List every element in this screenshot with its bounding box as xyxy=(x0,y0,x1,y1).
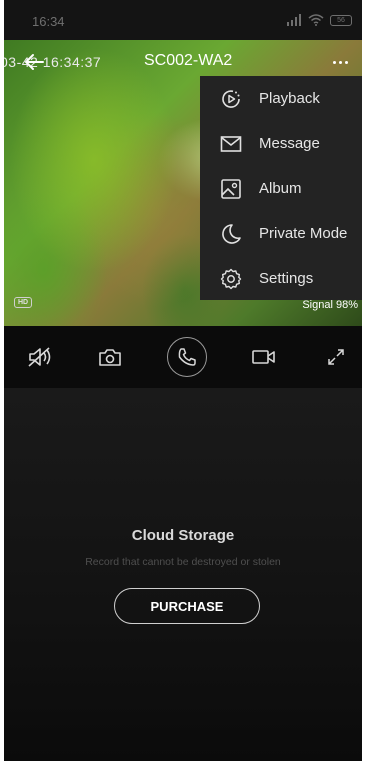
purchase-button[interactable]: PURCHASE xyxy=(114,588,260,624)
menu-label: Playback xyxy=(259,90,320,107)
control-bar xyxy=(4,326,362,388)
menu-label: Album xyxy=(259,180,302,197)
status-bar: 16:34 56 xyxy=(4,0,362,40)
battery-icon: 56 xyxy=(330,14,352,26)
more-options-button[interactable] xyxy=(328,50,352,74)
envelope-icon xyxy=(218,131,244,157)
video-record-icon xyxy=(252,350,275,364)
cloud-storage-title: Cloud Storage xyxy=(131,527,235,544)
fullscreen-button[interactable] xyxy=(320,341,352,373)
back-arrow-icon xyxy=(25,54,44,70)
image-icon xyxy=(218,176,244,202)
gear-icon xyxy=(218,266,244,292)
more-dot-icon xyxy=(344,60,348,64)
hd-quality-badge[interactable]: HD xyxy=(14,297,33,308)
menu-item-private-mode[interactable]: Private Mode xyxy=(200,211,362,256)
mute-icon xyxy=(28,347,51,367)
mute-button[interactable] xyxy=(24,341,56,373)
app-screen: 16:34 56 03-42 16:34:37 SC002-WA2 HD Sig… xyxy=(4,0,362,761)
menu-label: Settings xyxy=(259,270,314,287)
more-dot-icon xyxy=(332,60,336,64)
snapshot-button[interactable] xyxy=(94,341,126,373)
menu-item-playback[interactable]: Playback xyxy=(200,76,362,121)
fullscreen-icon xyxy=(328,349,344,365)
video-timestamp: 03-42 16:34:37 xyxy=(4,54,102,70)
status-icons: 56 xyxy=(286,12,352,28)
menu-item-album[interactable]: Album xyxy=(200,166,362,211)
menu-label: Message xyxy=(259,135,320,152)
record-button[interactable] xyxy=(248,341,280,373)
menu-item-message[interactable]: Message xyxy=(200,121,362,166)
more-dot-icon xyxy=(338,60,342,64)
wifi-icon xyxy=(308,14,324,26)
device-name: SC002-WA2 xyxy=(144,52,233,69)
menu-item-settings[interactable]: Settings xyxy=(200,256,362,301)
camera-icon xyxy=(99,349,121,366)
playback-icon xyxy=(218,86,244,112)
cloud-storage-subtitle: Record that cannot be destroyed or stole… xyxy=(85,556,281,568)
cloud-storage-panel: Cloud Storage Record that cannot be dest… xyxy=(4,388,362,761)
menu-label: Private Mode xyxy=(259,225,348,242)
cellular-signal-icon xyxy=(286,14,302,26)
status-time: 16:34 xyxy=(32,14,65,29)
call-button[interactable] xyxy=(167,337,207,377)
options-menu: Playback Message Album Private Mode Sett… xyxy=(200,76,362,300)
phone-call-icon xyxy=(178,348,196,366)
back-button[interactable] xyxy=(22,50,46,74)
moon-icon xyxy=(218,221,244,247)
